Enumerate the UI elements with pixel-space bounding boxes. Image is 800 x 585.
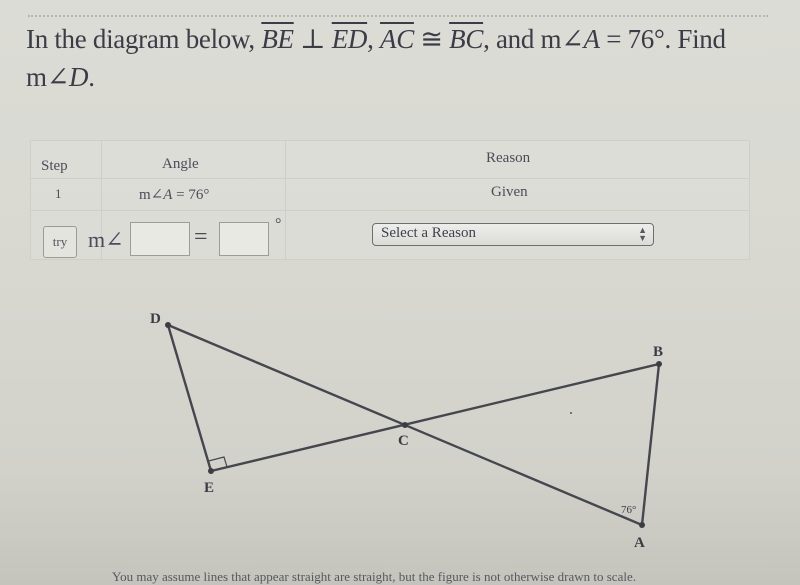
stray-dot bbox=[570, 412, 572, 414]
point-c bbox=[402, 422, 408, 428]
top-divider bbox=[28, 15, 768, 17]
angle-var-d: D bbox=[69, 62, 89, 92]
segment-bc: BC bbox=[449, 24, 484, 54]
input-row: try m∠ = ° Select a Reason ▲ ▼ bbox=[31, 210, 749, 259]
angle-value-input[interactable] bbox=[219, 222, 269, 256]
segment-ba bbox=[640, 362, 661, 527]
point-d bbox=[165, 322, 171, 328]
step-angle: m∠A = 76° bbox=[139, 185, 209, 204]
step-reason: Given bbox=[491, 184, 528, 200]
congruent-symbol: ≅ bbox=[413, 24, 450, 54]
steps-table: Step Angle Reason 1 m∠A = 76° Given try … bbox=[30, 140, 750, 260]
scale-footnote: You may assume lines that appear straigh… bbox=[112, 569, 636, 584]
right-angle-marker bbox=[208, 456, 228, 468]
angle-var-a: A bbox=[583, 24, 601, 54]
question-line2-prefix: m∠ bbox=[26, 62, 70, 92]
degree-symbol: ° bbox=[275, 216, 282, 233]
perpendicular-symbol: ⊥ bbox=[293, 24, 332, 54]
segment-ac: AC bbox=[380, 24, 414, 54]
try-button[interactable]: try bbox=[43, 226, 77, 258]
table-header-row: Step Angle Reason bbox=[31, 141, 749, 179]
equals-sign: = bbox=[194, 224, 208, 250]
segment-be: BE bbox=[261, 24, 294, 54]
label-d: D bbox=[150, 311, 161, 327]
header-angle: Angle bbox=[162, 156, 199, 172]
segment-de bbox=[166, 323, 213, 473]
select-arrows-icon: ▲ ▼ bbox=[638, 225, 647, 243]
question-line2-suffix: . bbox=[88, 62, 95, 92]
step-number: 1 bbox=[55, 186, 62, 201]
question-text: In the diagram below, BE ⊥ ED, AC ≅ BC, … bbox=[26, 20, 786, 96]
input-angle-prefix: m∠ bbox=[88, 227, 124, 252]
angle-value: = 76° bbox=[172, 187, 210, 203]
point-a bbox=[639, 522, 645, 528]
question-prefix: In the diagram below, bbox=[26, 24, 262, 54]
point-e bbox=[208, 468, 214, 474]
segment-eb bbox=[209, 362, 661, 473]
table-row: 1 m∠A = 76° Given bbox=[31, 178, 749, 211]
geometry-diagram: D E C B A 76° bbox=[150, 311, 663, 551]
label-c: C bbox=[398, 433, 409, 449]
label-b: B bbox=[653, 344, 663, 360]
segment-ed: ED bbox=[331, 24, 368, 54]
question-value: = 76°. Find bbox=[599, 24, 726, 54]
reason-select-label: Select a Reason bbox=[381, 225, 476, 241]
header-step: Step bbox=[41, 158, 68, 174]
point-b bbox=[656, 361, 662, 367]
label-a: A bbox=[634, 535, 645, 551]
header-reason: Reason bbox=[486, 150, 531, 166]
angle-a-label: 76° bbox=[621, 504, 636, 516]
question-mid: , and m∠ bbox=[483, 24, 584, 54]
label-e: E bbox=[204, 480, 214, 496]
angle-name-input[interactable] bbox=[130, 222, 190, 256]
comma: , bbox=[367, 24, 381, 54]
reason-select[interactable]: Select a Reason ▲ ▼ bbox=[372, 223, 654, 246]
angle-prefix: m∠ bbox=[139, 187, 164, 203]
